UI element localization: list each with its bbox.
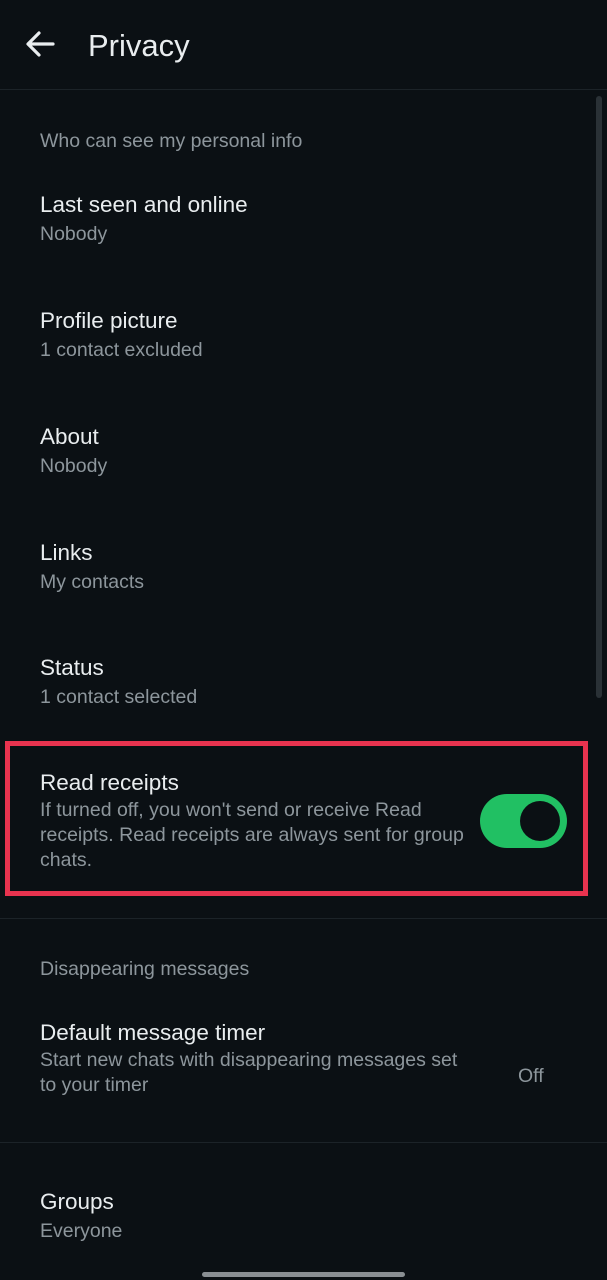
read-receipts-title: Read receipts (40, 770, 179, 795)
privacy-item-value: Nobody (40, 455, 108, 477)
scrollbar[interactable] (596, 96, 602, 698)
privacy-item-about[interactable]: About Nobody (0, 422, 590, 517)
timer-value: Off (518, 1065, 544, 1087)
home-indicator[interactable] (202, 1272, 405, 1277)
privacy-item-value: 1 contact excluded (40, 339, 203, 361)
privacy-item-title: Status (40, 655, 104, 680)
read-receipts-row[interactable]: Read receipts If turned off, you won't s… (0, 768, 590, 888)
timer-description: Start new chats with disappearing messag… (40, 1049, 458, 1096)
divider (0, 1142, 607, 1143)
privacy-item-status[interactable]: Status 1 contact selected (0, 653, 590, 748)
default-message-timer-row[interactable]: Default message timer Start new chats wi… (0, 1018, 590, 1118)
arrow-left-icon (26, 31, 55, 57)
privacy-item-groups[interactable]: Groups Everyone (0, 1187, 590, 1267)
toggle-knob (520, 801, 560, 841)
timer-title: Default message timer (40, 1020, 266, 1045)
privacy-item-value: My contacts (40, 571, 145, 593)
privacy-item-links[interactable]: Links My contacts (0, 538, 590, 633)
page-title: Privacy (88, 28, 190, 63)
groups-title: Groups (40, 1189, 114, 1214)
back-button[interactable] (22, 26, 58, 62)
privacy-item-last-seen[interactable]: Last seen and online Nobody (0, 190, 590, 285)
groups-value: Everyone (40, 1220, 123, 1242)
privacy-item-value: 1 contact selected (40, 686, 198, 708)
privacy-item-title: Links (40, 540, 93, 565)
privacy-item-title: About (40, 424, 99, 449)
privacy-item-title: Last seen and online (40, 192, 248, 217)
privacy-item-profile-picture[interactable]: Profile picture 1 contact excluded (0, 306, 590, 401)
section-header-personal-info: Who can see my personal info (40, 130, 303, 152)
privacy-item-title: Profile picture (40, 308, 178, 333)
section-header-disappearing: Disappearing messages (40, 958, 250, 980)
app-bar: Privacy (0, 0, 607, 90)
read-receipts-description: If turned off, you won't send or receive… (40, 799, 464, 871)
privacy-item-value: Nobody (40, 223, 108, 245)
divider (0, 918, 607, 919)
read-receipts-toggle[interactable] (480, 794, 567, 848)
